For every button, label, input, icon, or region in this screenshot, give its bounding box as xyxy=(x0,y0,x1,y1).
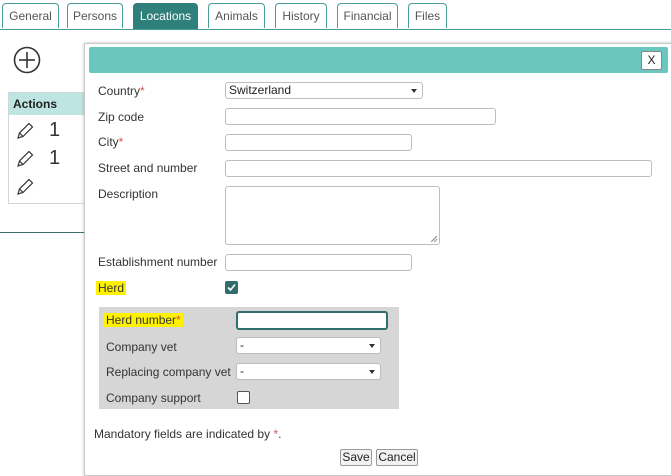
mandatory-note: Mandatory fields are indicated by *. xyxy=(94,427,282,441)
save-button[interactable]: Save xyxy=(340,449,372,466)
herd-number-label: Herd number* xyxy=(104,313,183,327)
edit-icon[interactable] xyxy=(15,177,35,197)
description-textarea[interactable] xyxy=(225,186,440,245)
tab-general[interactable]: General xyxy=(2,3,59,28)
city-label: City* xyxy=(98,135,124,149)
company-vet-select[interactable]: - xyxy=(236,337,381,354)
herd-label: Herd xyxy=(96,281,127,295)
locations-table: Actions 1 1 xyxy=(8,92,90,204)
country-select[interactable]: Switzerland xyxy=(225,82,423,99)
zip-input[interactable] xyxy=(225,108,496,125)
description-label: Description xyxy=(98,187,159,201)
tab-locations[interactable]: Locations xyxy=(133,3,198,29)
edit-icon[interactable] xyxy=(15,149,35,169)
chevron-down-icon xyxy=(411,89,417,93)
chevron-down-icon xyxy=(369,344,375,348)
edit-icon[interactable] xyxy=(15,121,35,141)
company-support-checkbox[interactable] xyxy=(237,391,250,404)
replacing-vet-select[interactable]: - xyxy=(236,363,381,380)
company-support-label: Company support xyxy=(106,391,201,405)
tab-history[interactable]: History xyxy=(275,3,327,28)
herd-section: Herd number* Company vet - Replacing com… xyxy=(99,307,399,409)
resize-grip-icon[interactable] xyxy=(431,236,437,242)
country-label: Country* xyxy=(98,84,145,98)
close-button[interactable]: X xyxy=(641,51,662,70)
herd-number-input[interactable] xyxy=(236,311,388,330)
tab-bar: General Persons Locations Animals Histor… xyxy=(0,0,671,30)
row-value: 1 xyxy=(49,119,61,141)
divider xyxy=(0,232,88,233)
street-input[interactable] xyxy=(225,160,652,177)
establishment-label: Establishment number xyxy=(98,255,218,269)
cancel-button[interactable]: Cancel xyxy=(376,449,418,466)
city-input[interactable] xyxy=(225,134,412,151)
chevron-down-icon xyxy=(369,370,375,374)
tab-persons[interactable]: Persons xyxy=(67,3,123,28)
company-vet-label: Company vet xyxy=(106,340,177,354)
tab-financial[interactable]: Financial xyxy=(337,3,398,28)
herd-checkbox[interactable] xyxy=(225,281,238,294)
dialog-titlebar[interactable]: X xyxy=(89,47,668,73)
location-dialog: X Country* Switzerland Zip code City* St… xyxy=(84,43,671,476)
table-header-actions: Actions xyxy=(9,93,89,115)
replacing-vet-label: Replacing company vet xyxy=(106,365,231,379)
establishment-input[interactable] xyxy=(225,254,412,271)
street-label: Street and number xyxy=(98,161,198,175)
zip-label: Zip code xyxy=(98,110,145,124)
tab-animals[interactable]: Animals xyxy=(208,3,265,28)
add-icon[interactable] xyxy=(13,46,41,74)
tab-files[interactable]: Files xyxy=(408,3,447,28)
row-value: 1 xyxy=(49,147,61,169)
